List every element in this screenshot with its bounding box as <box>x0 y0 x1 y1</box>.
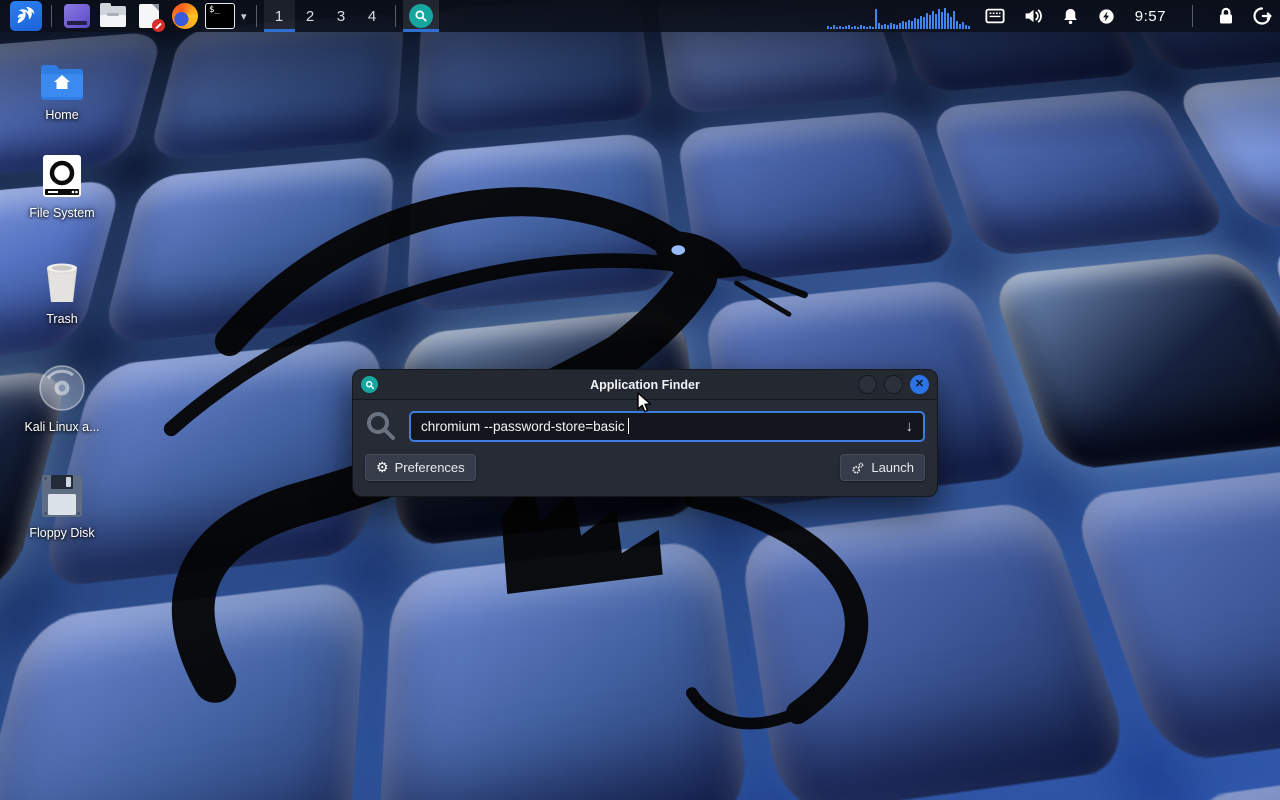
terminal-icon-glyph: $_ <box>209 5 220 15</box>
kali-menu-button[interactable] <box>10 1 42 31</box>
logout-icon <box>1252 6 1272 26</box>
desktop-icon-label: Trash <box>46 312 78 326</box>
power-manager-tray-button[interactable] <box>1097 7 1116 26</box>
workspace-1-button[interactable]: 1 <box>264 0 295 32</box>
application-finder-window: Application Finder ✕ chromium --password… <box>352 369 938 497</box>
firefox-button[interactable] <box>169 1 201 31</box>
search-input-value: chromium --password-store=basic <box>421 419 625 434</box>
hard-drive-icon <box>42 154 82 198</box>
text-editor-icon <box>139 4 159 28</box>
launch-gears-icon <box>851 461 865 475</box>
desktop-window-icon <box>64 4 90 28</box>
workspace-label: 2 <box>306 8 314 25</box>
window-app-icon <box>361 376 378 393</box>
gear-icon: ⚙ <box>376 459 389 476</box>
launch-button[interactable]: Launch <box>840 454 925 481</box>
trash-icon <box>41 260 83 304</box>
terminal-icon: $_ <box>205 3 235 29</box>
edit-badge-icon <box>152 19 165 32</box>
desktop-icon-home[interactable]: Home <box>14 54 110 122</box>
cpu-graph <box>827 3 970 29</box>
desktop-icon-label: Floppy Disk <box>29 526 94 540</box>
system-tray: 9:57 <box>984 5 1272 27</box>
application-finder-icon <box>409 4 433 28</box>
home-folder-icon <box>39 62 85 100</box>
workspace-2-button[interactable]: 2 <box>295 0 326 32</box>
close-button[interactable]: ✕ <box>910 375 929 394</box>
desktop-icon-floppy-disk[interactable]: Floppy Disk <box>14 472 110 540</box>
notifications-tray-button[interactable] <box>1061 6 1080 26</box>
network-icon <box>984 6 1006 26</box>
workspace-label: 3 <box>337 8 345 25</box>
file-manager-button[interactable] <box>97 1 129 31</box>
show-desktop-button[interactable] <box>61 1 93 31</box>
desktop-icon-kali-cd[interactable]: Kali Linux a... <box>14 366 110 434</box>
panel-separator <box>395 5 396 27</box>
search-icon <box>365 410 397 442</box>
top-panel: $_ ▾ 1 2 3 4 <box>0 0 1280 32</box>
cdrom-icon <box>38 364 86 412</box>
terminal-button[interactable]: $_ <box>205 1 235 31</box>
panel-separator <box>1192 5 1193 27</box>
lock-icon <box>1217 6 1235 26</box>
desktop-icon-label: Home <box>45 108 78 122</box>
clock[interactable]: 9:57 <box>1135 8 1166 25</box>
file-manager-icon <box>100 6 126 27</box>
volume-tray-button[interactable] <box>1023 6 1044 26</box>
magnifier-icon <box>365 380 375 390</box>
dropdown-arrow-icon[interactable]: ↓ <box>906 418 914 435</box>
network-tray-button[interactable] <box>984 6 1006 26</box>
kali-logo-icon <box>15 5 37 27</box>
workspace-4-button[interactable]: 4 <box>357 0 388 32</box>
panel-separator <box>51 5 52 27</box>
preferences-button[interactable]: ⚙ Preferences <box>365 454 476 481</box>
launch-label: Launch <box>871 460 914 475</box>
taskbar-application-finder[interactable] <box>403 0 439 32</box>
maximize-button[interactable] <box>884 375 903 394</box>
search-input[interactable]: chromium --password-store=basic ↓ <box>409 411 925 442</box>
minimize-button[interactable] <box>858 375 877 394</box>
close-icon: ✕ <box>915 379 924 390</box>
logout-button[interactable] <box>1252 6 1272 26</box>
magnifier-icon <box>414 9 428 23</box>
mouse-cursor <box>636 392 656 414</box>
desktop-icon-label: Kali Linux a... <box>24 420 99 434</box>
lock-screen-button[interactable] <box>1217 6 1235 26</box>
firefox-icon <box>172 3 198 29</box>
chevron-down-icon[interactable]: ▾ <box>241 10 247 23</box>
desktop-icon-trash[interactable]: Trash <box>14 258 110 326</box>
desktop-icon-label: File System <box>29 206 94 220</box>
workspace-label: 4 <box>368 8 376 25</box>
speaker-icon <box>1023 6 1044 26</box>
panel-separator <box>256 5 257 27</box>
text-editor-button[interactable] <box>133 1 165 31</box>
bell-icon <box>1061 6 1080 26</box>
floppy-icon <box>41 474 83 518</box>
preferences-label: Preferences <box>395 460 465 475</box>
desktop-icon-file-system[interactable]: File System <box>14 152 110 220</box>
workspace-3-button[interactable]: 3 <box>326 0 357 32</box>
power-lightning-icon <box>1097 7 1116 26</box>
window-title: Application Finder <box>353 378 937 392</box>
text-caret <box>628 418 630 434</box>
workspace-label: 1 <box>275 8 283 25</box>
